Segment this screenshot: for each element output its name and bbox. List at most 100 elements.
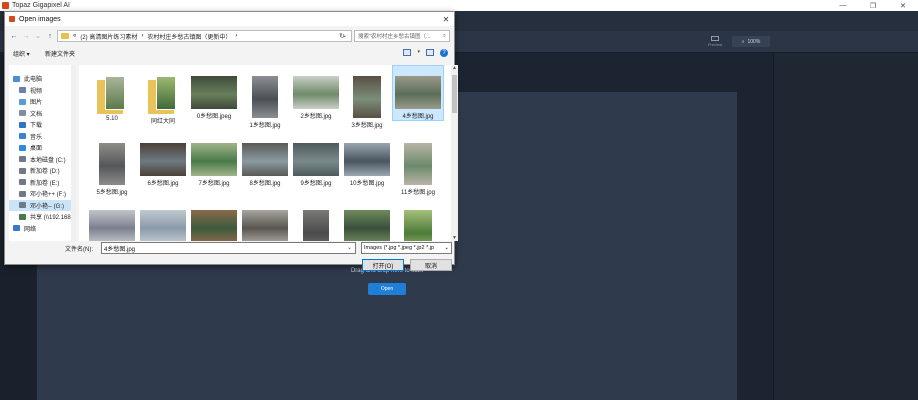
help-icon[interactable]: ? — [440, 49, 448, 57]
refresh-icon[interactable]: ↻ — [335, 31, 349, 41]
file-scrollbar[interactable]: ▲ ▼ — [451, 65, 458, 241]
file-item[interactable]: 4乡愁图.jpg — [392, 65, 444, 121]
folder-icon — [61, 33, 69, 39]
file-label: 10乡愁图.jpg — [349, 181, 385, 187]
file-item[interactable] — [240, 210, 290, 241]
file-item[interactable]: 6乡愁图.jpg — [138, 143, 188, 187]
open-images-button[interactable]: Open — [368, 283, 406, 295]
view-mode-dropdown-icon[interactable]: ▾ — [417, 49, 420, 57]
preview-button[interactable]: Preview — [703, 35, 727, 51]
tree-item-label: 邓小艳++ (F:) — [30, 192, 67, 199]
search-icon: ⌕ — [442, 32, 446, 39]
file-item[interactable] — [189, 210, 239, 241]
tree-item[interactable]: 文档 — [9, 108, 75, 120]
tree-item[interactable]: 此电脑 — [9, 73, 75, 85]
tree-item-label: 桌面 — [30, 146, 43, 153]
file-item[interactable]: 8乡愁图.jpg — [240, 143, 290, 187]
file-item[interactable]: 9乡愁图.jpg — [291, 143, 341, 187]
dialog-cancel-button[interactable]: 取消 — [410, 259, 452, 271]
tree-item[interactable]: 新加卷 (D:) — [9, 165, 75, 177]
right-panel — [774, 53, 918, 400]
file-item[interactable]: 0乡愁图.jpeg — [189, 76, 239, 120]
app-title: Topaz Gigapixel AI — [12, 2, 70, 9]
scroll-thumb[interactable] — [452, 75, 457, 113]
tree-item[interactable]: 网络 — [9, 223, 75, 235]
image-thumbnail — [140, 210, 186, 241]
preview-pane-icon[interactable] — [426, 49, 434, 56]
file-item[interactable]: 10乡愁图.jpg — [342, 143, 392, 187]
search-input[interactable]: 搜索"农村村庄乡愁古镇图（... ⌕ — [354, 30, 450, 42]
file-type-select[interactable]: Images (*.jpg *.jpeg *.jp2 *.jp ⌄ — [361, 242, 452, 254]
tree-item-icon — [13, 75, 20, 82]
address-separator[interactable]: › — [141, 33, 143, 39]
dialog-close-button[interactable]: ✕ — [440, 13, 452, 25]
tree-item[interactable]: 本地磁盘 (C:) — [9, 154, 75, 166]
preview-icon — [711, 36, 719, 41]
filename-dropdown-icon[interactable]: ⌄ — [347, 244, 352, 251]
file-item[interactable]: 7乡愁图.jpg — [189, 143, 239, 187]
folder-item[interactable]: 5.10 — [87, 76, 137, 122]
filename-input[interactable]: 4乡愁图.jpg — [101, 242, 356, 254]
minimize-button[interactable]: — — [828, 0, 858, 11]
file-label: 2乡愁图.jpg — [300, 114, 332, 120]
scroll-up-icon[interactable]: ▲ — [451, 65, 458, 71]
file-label: 9乡愁图.jpg — [300, 181, 332, 187]
tree-item-label: 新加卷 (E:) — [30, 180, 60, 187]
image-thumbnail — [395, 76, 441, 109]
tree-item-icon — [19, 179, 26, 186]
file-item[interactable] — [87, 210, 137, 241]
address-segment-1[interactable]: (2) 高清图片练习素材 — [80, 32, 137, 41]
file-item[interactable] — [342, 210, 392, 241]
tree-item[interactable]: 桌面 — [9, 142, 75, 154]
tree-item[interactable]: 邓小艳++ (F:) — [9, 188, 75, 200]
recent-dropdown-icon[interactable]: ⌄ — [33, 30, 43, 42]
file-label: 5.10 — [106, 116, 118, 122]
up-arrow-icon[interactable]: ↑ — [45, 30, 55, 42]
tree-item-label: 下载 — [30, 123, 43, 130]
view-mode-icon[interactable] — [403, 49, 412, 56]
file-item[interactable]: 1乡愁图.jpg — [240, 76, 290, 129]
file-grid: 5.10 同红大同 0乡愁图.jpeg 1乡愁图.jpg 2乡愁图.jpg 3乡愁图.jp… — [79, 65, 451, 241]
tree-item[interactable]: 视频 — [9, 85, 75, 97]
file-label: 0乡愁图.jpeg — [196, 114, 232, 120]
navigation-tree: 此电脑 视频图片 文档下载 音乐桌面 本地磁盘 (C:) 新加卷 (D:) 新加卷 (E:)… — [9, 65, 76, 241]
command-bar: 组织 ▾ 新建文件夹 ▾ ? — [5, 47, 454, 61]
file-item[interactable] — [393, 210, 443, 241]
tree-item[interactable]: 新加卷 (E:) — [9, 177, 75, 189]
forward-arrow-icon[interactable]: → — [21, 30, 31, 42]
tree-item-label: 共享 (\\192.168 — [30, 215, 71, 222]
tree-item[interactable]: 音乐 — [9, 131, 75, 143]
file-item[interactable]: 3乡愁图.jpg — [342, 76, 392, 129]
zoom-control[interactable]: ⌕ 100% — [732, 36, 770, 47]
tree-item-label: 网络 — [24, 226, 37, 233]
file-item[interactable]: 11乡愁图.jpg — [393, 143, 443, 196]
new-folder-button[interactable]: 新建文件夹 — [45, 49, 75, 58]
tree-item[interactable]: 图片 — [9, 96, 75, 108]
tree-item[interactable]: 下载 — [9, 119, 75, 131]
tree-item[interactable]: 邓小艳-- (G:) — [9, 199, 75, 211]
tree-item-label: 图片 — [30, 100, 43, 107]
tree-scrollbar[interactable] — [71, 65, 76, 241]
scroll-down-icon[interactable]: ▼ — [451, 235, 458, 241]
image-thumbnail — [89, 210, 135, 241]
file-item[interactable] — [291, 210, 341, 241]
tree-item[interactable]: 共享 (\\192.168 — [9, 211, 75, 223]
file-label: 7乡愁图.jpg — [198, 181, 230, 187]
folder-item[interactable]: 同红大同 — [138, 76, 188, 125]
file-item[interactable]: 2乡愁图.jpg — [291, 76, 341, 120]
address-overflow[interactable]: « — [73, 33, 76, 39]
close-button[interactable]: ✕ — [888, 0, 918, 11]
organize-button[interactable]: 组织 ▾ — [13, 49, 30, 58]
dialog-open-button[interactable]: 打开(O) — [362, 259, 404, 271]
maximize-button[interactable]: ❐ — [858, 0, 888, 11]
address-segment-2[interactable]: 农村村庄乡愁古镇图（更新中） — [147, 32, 231, 41]
file-label: 6乡愁图.jpg — [147, 181, 179, 187]
file-label: 8乡愁图.jpg — [249, 181, 281, 187]
navigation-bar: ← → ⌄ ↑ « (2) 高清图片练习素材 › 农村村庄乡愁古镇图（更新中） … — [5, 29, 454, 43]
address-separator-2[interactable]: › — [235, 33, 237, 39]
address-bar[interactable]: « (2) 高清图片练习素材 › 农村村庄乡愁古镇图（更新中） › ⌄ — [57, 30, 352, 42]
file-item[interactable] — [138, 210, 188, 241]
tree-item-icon — [19, 156, 26, 163]
back-arrow-icon[interactable]: ← — [9, 30, 19, 42]
file-item[interactable]: 5乡愁图.jpg — [87, 143, 137, 196]
